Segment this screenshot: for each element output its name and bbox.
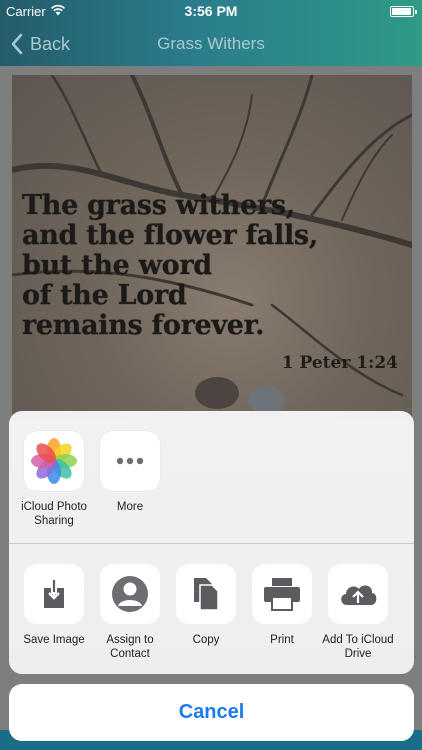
print-button[interactable]: Print bbox=[242, 564, 322, 647]
share-apps-row: iCloud Photo Sharing More bbox=[9, 411, 414, 543]
page-title: Grass Withers bbox=[157, 34, 265, 53]
icloud-photo-sharing-button[interactable]: iCloud Photo Sharing bbox=[14, 431, 94, 528]
contact-icon bbox=[100, 564, 160, 624]
photos-icon bbox=[24, 431, 84, 491]
quote-line: of the Lord bbox=[22, 280, 187, 311]
action-label: Print bbox=[270, 634, 294, 646]
action-label: Save Image bbox=[23, 634, 85, 646]
more-icon bbox=[100, 431, 160, 491]
action-label: Copy bbox=[192, 634, 220, 646]
copy-icon bbox=[176, 564, 236, 624]
quote-line: and the flower falls, bbox=[22, 220, 318, 251]
navigation-bar: Back Grass Withers bbox=[0, 22, 422, 66]
quote-reference: 1 Peter 1:24 bbox=[281, 353, 398, 373]
share-actions-row: Save Image Assign to Contact Copy Print … bbox=[9, 544, 414, 674]
app-label: More bbox=[116, 501, 144, 513]
action-label: Add To iCloud Drive bbox=[322, 634, 394, 660]
quote-line: remains forever. bbox=[22, 310, 265, 341]
add-to-icloud-drive-button[interactable]: Add To iCloud Drive bbox=[318, 564, 398, 661]
icloud-drive-icon bbox=[328, 564, 388, 624]
status-time: 3:56 PM bbox=[184, 3, 238, 19]
share-sheet: iCloud Photo Sharing More Save Image Ass… bbox=[9, 411, 414, 674]
save-image-icon bbox=[24, 564, 84, 624]
quote-line: but the word bbox=[22, 250, 212, 281]
battery-icon bbox=[390, 6, 417, 17]
save-image-button[interactable]: Save Image bbox=[14, 564, 94, 647]
quote-line: The grass withers, bbox=[22, 190, 295, 221]
copy-button[interactable]: Copy bbox=[166, 564, 246, 647]
cancel-button[interactable]: Cancel bbox=[9, 684, 414, 741]
status-bar: Carrier 3:56 PM bbox=[0, 0, 422, 22]
app-label: iCloud Photo Sharing bbox=[21, 501, 87, 527]
quote-text: The grass withers, and the flower falls,… bbox=[22, 191, 412, 341]
print-icon bbox=[252, 564, 312, 624]
action-label: Assign to Contact bbox=[106, 634, 154, 660]
quote-image: The grass withers, and the flower falls,… bbox=[12, 75, 412, 420]
top-bar: Carrier 3:56 PM Back Grass Withers bbox=[0, 0, 422, 66]
assign-to-contact-button[interactable]: Assign to Contact bbox=[90, 564, 170, 661]
more-apps-button[interactable]: More bbox=[90, 431, 170, 514]
battery-level bbox=[392, 8, 411, 15]
